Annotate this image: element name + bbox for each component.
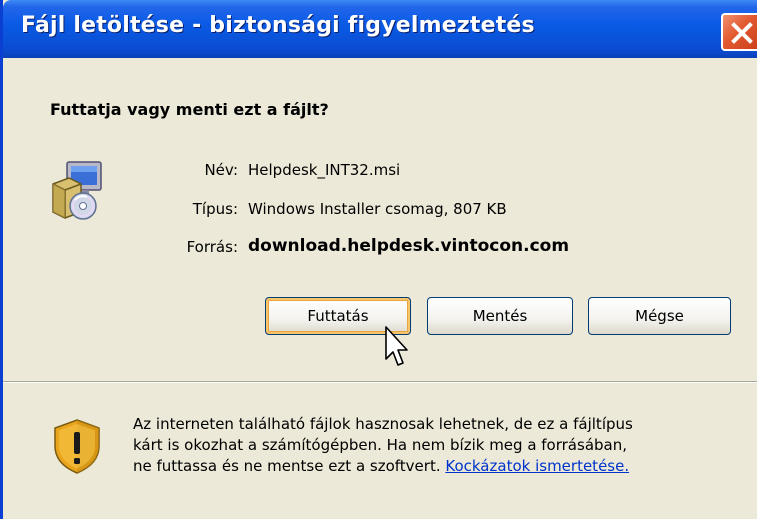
separator-line	[3, 381, 757, 383]
dialog-question: Futtatja vagy menti ezt a fájlt?	[50, 100, 329, 119]
security-shield-icon	[54, 419, 100, 474]
cancel-button[interactable]: Mégse	[588, 297, 731, 335]
file-source-label: Forrás:	[186, 238, 238, 256]
file-type-value: Windows Installer csomag, 807 KB	[248, 200, 507, 218]
file-source-value: download.helpdesk.vintocon.com	[248, 236, 570, 256]
warning-line-1: Az interneten található fájlok hasznosak…	[133, 415, 633, 433]
title-bar[interactable]: Fájl letöltése - biztonsági figyelmeztet…	[3, 0, 757, 58]
window-title: Fájl letöltése - biztonsági figyelmeztet…	[21, 13, 535, 38]
download-security-dialog: Fájl letöltése - biztonsági figyelmeztet…	[0, 0, 757, 519]
warning-line-2: kárt is okozhat a számítógépben. Ha nem …	[133, 436, 627, 454]
file-name-value: Helpdesk_INT32.msi	[248, 161, 401, 179]
close-button[interactable]	[721, 13, 757, 51]
file-type-label: Típus:	[192, 200, 238, 218]
save-button[interactable]: Mentés	[427, 297, 573, 335]
mouse-pointer-icon	[385, 326, 408, 366]
warning-line-3: ne futtassa és ne mentse ezt a szoftvert…	[133, 456, 733, 477]
file-name-label: Név:	[204, 161, 238, 179]
risks-link[interactable]: Kockázatok ismertetése.	[445, 457, 629, 475]
warning-line-3-text: ne futtassa és ne mentse ezt a szoftvert…	[133, 457, 441, 475]
close-x-icon	[731, 22, 753, 44]
security-warning-text: Az interneten található fájlok hasznosak…	[133, 414, 733, 477]
installer-package-icon	[52, 161, 102, 220]
